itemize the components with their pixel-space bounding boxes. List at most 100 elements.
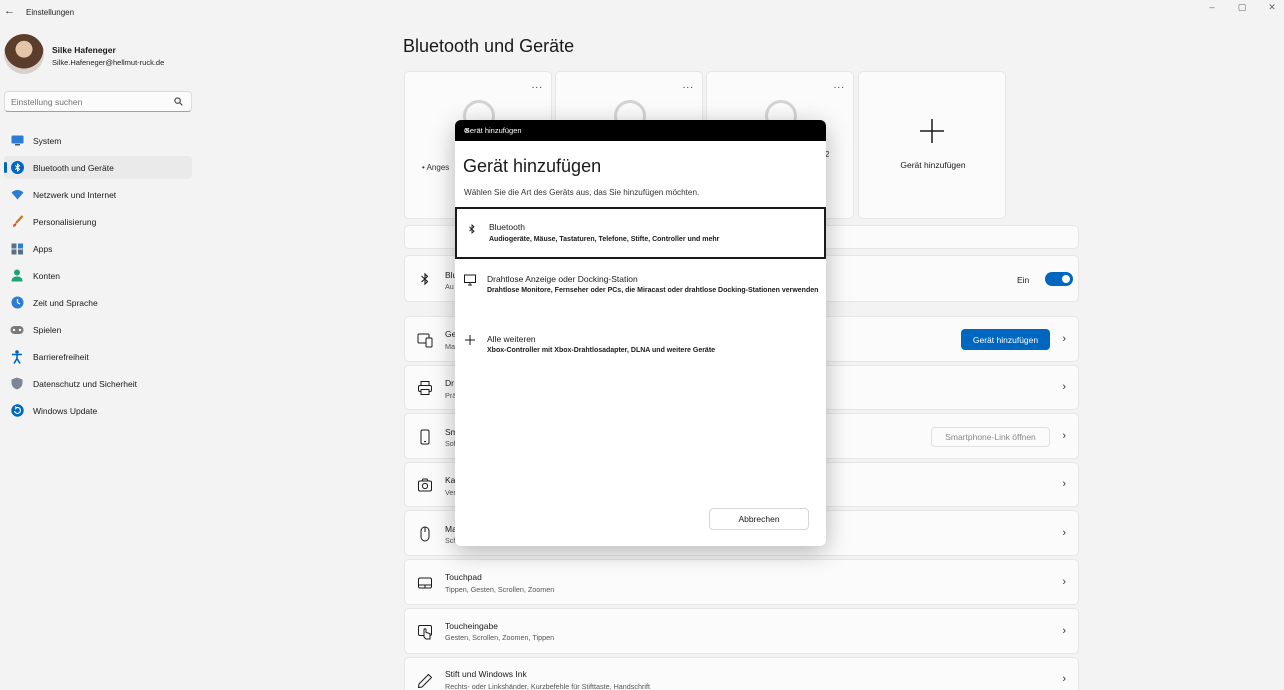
sidebar-item-gaming[interactable]: Spielen — [4, 318, 192, 341]
sidebar-item-label: Windows Update — [33, 405, 98, 416]
phone-icon — [420, 429, 430, 445]
chevron-right-icon: › — [1062, 333, 1066, 345]
minimize-button[interactable]: – — [1202, 2, 1222, 16]
chevron-right-icon: › — [1062, 673, 1066, 685]
page-title: Bluetooth und Geräte — [403, 36, 575, 56]
bluetooth-toggle[interactable] — [1045, 272, 1073, 286]
search-box[interactable] — [4, 91, 192, 112]
option-everything-else[interactable]: Alle weiteren Xbox-Controller mit Xbox-D… — [455, 328, 826, 364]
option-title: Bluetooth — [489, 222, 525, 232]
mouse-icon — [420, 526, 430, 542]
devices-icon — [417, 333, 433, 348]
plus-icon — [465, 335, 475, 345]
sidebar-item-time-language[interactable]: Zeit und Sprache — [4, 291, 192, 314]
toggle-label: Ein — [1017, 275, 1030, 285]
row-subtitle: Rechts- oder Linkshänder, Kurzbefehle fü… — [445, 682, 650, 690]
option-description: Audiogeräte, Mäuse, Tastaturen, Telefone… — [489, 236, 720, 243]
chevron-right-icon: › — [1062, 625, 1066, 637]
brush-icon — [10, 215, 24, 229]
sidebar-item-apps[interactable]: Apps — [4, 237, 192, 260]
gamepad-icon — [10, 323, 24, 337]
option-description: Xbox-Controller mit Xbox-Drahtlosadapter… — [487, 347, 716, 354]
apps-icon — [10, 242, 24, 256]
search-icon[interactable] — [174, 97, 183, 106]
sidebar-item-network[interactable]: Netzwerk und Internet — [4, 183, 192, 206]
cancel-button[interactable]: Abbrechen — [709, 508, 809, 530]
chevron-right-icon: › — [1062, 478, 1066, 490]
pen-icon — [417, 673, 433, 689]
title-bar: ← Einstellungen – ▢ ✕ — [0, 0, 1284, 26]
option-wireless-display[interactable]: Drahtlose Anzeige oder Docking-Station D… — [455, 268, 826, 318]
sidebar-item-accessibility[interactable]: Barrierefreiheit — [4, 345, 192, 368]
user-email: Silke.Hafeneger@hellmut-ruck.de — [52, 58, 165, 67]
update-icon — [10, 404, 24, 418]
more-options-icon[interactable]: ... — [532, 80, 543, 91]
close-button[interactable]: ✕ — [1262, 2, 1282, 16]
sidebar-item-label: Apps — [33, 243, 53, 254]
option-bluetooth[interactable]: Bluetooth Audiogeräte, Mäuse, Tastaturen… — [455, 207, 826, 259]
row-title: Stift und Windows Ink — [445, 669, 527, 679]
row-subtitle: Tippen, Gesten, Scrollen, Zoomen — [445, 585, 555, 594]
sidebar-item-label: Konten — [33, 270, 60, 281]
add-device-card[interactable]: Gerät hinzufügen — [858, 71, 1006, 219]
device-status: • Anges — [422, 163, 450, 172]
dialog-description: Wählen Sie die Art des Geräts aus, das S… — [464, 188, 700, 197]
accessibility-icon — [10, 349, 24, 364]
monitor-icon — [10, 134, 24, 148]
sidebar-item-label: Netzwerk und Internet — [33, 189, 117, 200]
touchpad-row[interactable]: Touchpad Tippen, Gesten, Scrollen, Zoome… — [404, 559, 1079, 605]
sidebar-item-accounts[interactable]: Konten — [4, 264, 192, 287]
add-device-dialog: Gerät hinzufügen ✕ Gerät hinzufügen Wähl… — [455, 120, 826, 546]
wifi-icon — [10, 188, 24, 202]
sidebar-item-label: System — [33, 135, 62, 146]
row-title: Dr — [445, 378, 454, 388]
bluetooth-icon — [10, 161, 24, 175]
back-arrow-icon[interactable]: ← — [4, 5, 16, 17]
sidebar-item-system[interactable]: System — [4, 129, 192, 152]
dialog-title-bar: Gerät hinzufügen ✕ — [455, 120, 826, 141]
row-subtitle: Au — [445, 282, 454, 291]
chevron-right-icon: › — [1062, 430, 1066, 442]
chevron-right-icon: › — [1062, 527, 1066, 539]
option-description: Drahtlose Monitore, Fernseher oder PCs, … — [487, 287, 819, 294]
plus-icon — [920, 119, 944, 143]
sidebar-item-windows-update[interactable]: Windows Update — [4, 399, 192, 422]
sidebar-nav: System Bluetooth und Geräte Netzwerk und… — [4, 129, 192, 426]
add-device-label: Gerät hinzufügen — [900, 160, 966, 170]
sidebar-item-label: Zeit und Sprache — [33, 297, 98, 308]
globe-clock-icon — [10, 296, 24, 310]
chevron-right-icon: › — [1062, 576, 1066, 588]
avatar[interactable] — [4, 34, 44, 74]
pen-ink-row[interactable]: Stift und Windows Ink Rechts- oder Links… — [404, 657, 1079, 690]
dialog-heading: Gerät hinzufügen — [463, 156, 602, 176]
option-title: Alle weiteren — [487, 334, 536, 344]
printer-icon — [418, 381, 432, 395]
user-name: Silke Hafeneger — [52, 45, 116, 55]
maximize-button[interactable]: ▢ — [1232, 2, 1252, 16]
sidebar-item-label: Personalisierung — [33, 216, 97, 227]
touchpad-icon — [418, 577, 432, 589]
open-phone-link-button[interactable]: Smartphone-Link öffnen — [931, 427, 1050, 447]
sidebar-item-privacy[interactable]: Datenschutz und Sicherheit — [4, 372, 192, 395]
row-title: Toucheingabe — [445, 621, 498, 631]
touch-row[interactable]: Toucheingabe Gesten, Scrollen, Zoomen, T… — [404, 608, 1079, 654]
sidebar-item-bluetooth[interactable]: Bluetooth und Geräte — [4, 156, 192, 179]
row-title: Ka — [445, 475, 456, 485]
sidebar-item-label: Datenschutz und Sicherheit — [33, 378, 137, 389]
row-title: Touchpad — [445, 572, 482, 582]
sidebar-item-personalization[interactable]: Personalisierung — [4, 210, 192, 233]
sidebar-item-label: Bluetooth und Geräte — [33, 162, 114, 173]
more-options-icon[interactable]: ... — [834, 80, 845, 91]
more-options-icon[interactable]: ... — [683, 80, 694, 91]
row-subtitle: Ma — [445, 342, 455, 351]
add-device-button[interactable]: Gerät hinzufügen — [961, 329, 1050, 350]
sidebar-item-label: Barrierefreiheit — [33, 351, 89, 362]
camera-icon — [418, 478, 432, 492]
search-input[interactable] — [5, 92, 165, 111]
window-title: Einstellungen — [26, 8, 75, 17]
row-subtitle: Gesten, Scrollen, Zoomen, Tippen — [445, 633, 555, 642]
bluetooth-icon — [421, 272, 429, 286]
bluetooth-icon — [469, 223, 475, 235]
close-icon[interactable]: ✕ — [464, 126, 816, 135]
monitor-icon — [464, 274, 476, 286]
